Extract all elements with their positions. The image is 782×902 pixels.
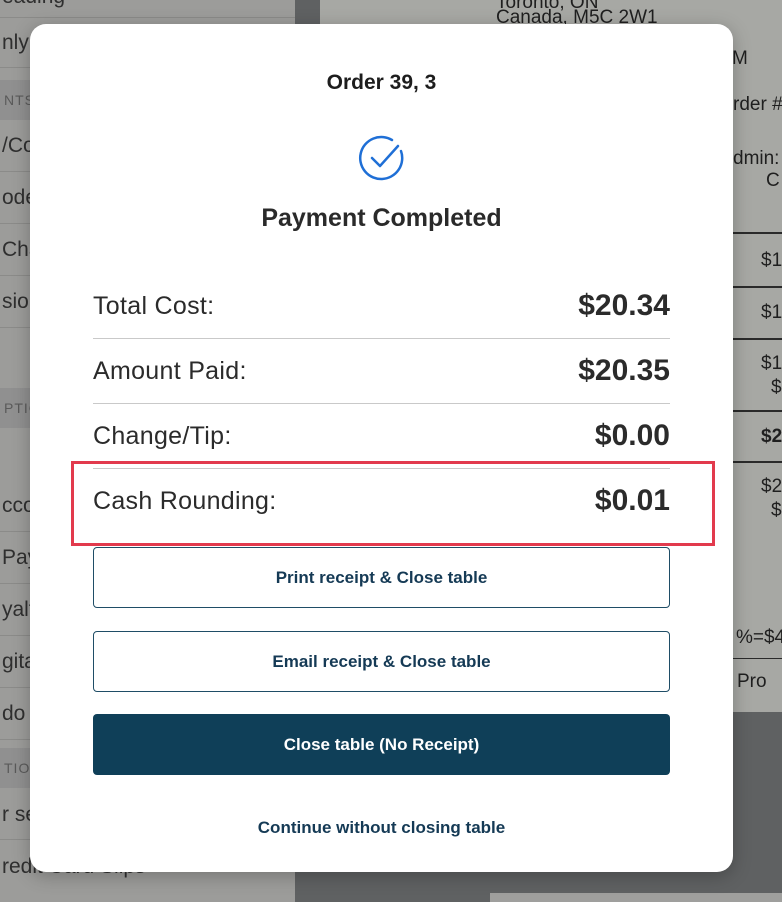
receipt-text: rder # (733, 94, 782, 115)
change-tip-value: $0.00 (594, 419, 670, 452)
total-cost-row: Total Cost: $20.34 (93, 274, 670, 339)
total-cost-label: Total Cost: (93, 291, 215, 320)
email-receipt-close-button[interactable]: Email receipt & Close table (93, 631, 670, 692)
amount-paid-row: Amount Paid: $20.35 (93, 339, 670, 404)
close-table-no-receipt-button[interactable]: Close table (No Receipt) (93, 714, 670, 775)
receipt-text: Pro (737, 671, 767, 692)
receipt-text: $2 (761, 426, 782, 447)
receipt-text: M (732, 48, 748, 69)
sidebar-item: eading (0, 0, 295, 18)
receipt-text: C (766, 170, 780, 191)
receipt-text: $1 (761, 250, 782, 271)
total-cost-value: $20.34 (578, 289, 670, 322)
print-receipt-close-button[interactable]: Print receipt & Close table (93, 547, 670, 608)
amount-paid-value: $20.35 (578, 354, 670, 387)
amount-paid-label: Amount Paid: (93, 356, 247, 385)
cash-rounding-highlight (71, 461, 715, 546)
payment-completed-dialog: Order 39, 3 Payment Completed Total Cost… (30, 24, 733, 872)
change-tip-label: Change/Tip: (93, 421, 232, 450)
receipt-text: $ (771, 377, 782, 398)
background-strip (490, 893, 782, 902)
receipt-text: $2 (761, 476, 782, 497)
dialog-title: Order 39, 3 (326, 71, 437, 94)
continue-without-closing-button[interactable]: Continue without closing table (30, 818, 733, 838)
receipt-text: $1 (761, 302, 782, 323)
receipt-text: dmin: (733, 148, 780, 169)
receipt-text: $1 (761, 353, 782, 374)
change-tip-row: Change/Tip: $0.00 (93, 404, 670, 469)
receipt-text: $ (771, 500, 782, 521)
receipt-text: %=$4 (736, 627, 782, 648)
payment-status: Payment Completed (261, 204, 502, 232)
check-circle-icon (358, 135, 404, 181)
